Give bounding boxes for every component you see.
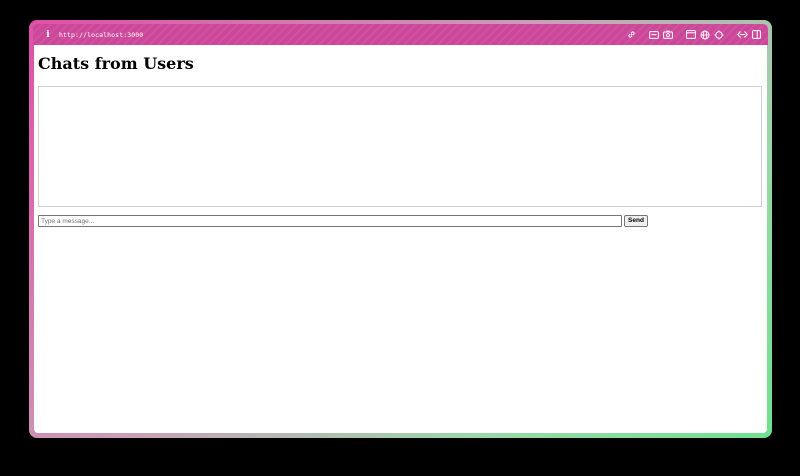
code-icon[interactable]	[736, 29, 748, 41]
sidebar-icon[interactable]	[750, 29, 762, 41]
page-viewport: Chats from Users Send	[34, 45, 767, 433]
browser-window: i http://localhost:3000 Chats from Users…	[29, 20, 772, 438]
page-title: Chats from Users	[38, 54, 194, 73]
send-button[interactable]: Send	[624, 215, 648, 227]
chat-messages-box[interactable]	[38, 86, 762, 207]
message-input[interactable]	[38, 215, 622, 227]
camera-icon[interactable]	[662, 29, 674, 41]
globe-icon[interactable]	[699, 29, 711, 41]
media-icon[interactable]	[648, 29, 660, 41]
browser-toolbar: i http://localhost:3000	[33, 24, 768, 45]
window-icon[interactable]	[685, 29, 697, 41]
address-bar-url[interactable]: http://localhost:3000	[59, 31, 143, 39]
target-icon[interactable]	[713, 29, 725, 41]
link-icon[interactable]	[625, 29, 637, 41]
toolbar-icon-group	[623, 24, 762, 45]
info-icon[interactable]: i	[41, 30, 55, 40]
